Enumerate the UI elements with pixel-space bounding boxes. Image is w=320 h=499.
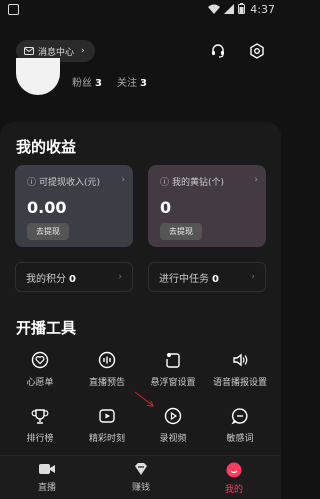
info-icon: ⓘ [160, 178, 170, 188]
tool-sensitive-words[interactable]: 敏感词 [205, 407, 275, 444]
live-icon [39, 464, 55, 474]
signal-icon [224, 3, 234, 14]
message-center-label: 消息中心 [38, 47, 75, 58]
tool-label: 直播预告 [88, 378, 125, 388]
yellow-diamond-card[interactable]: ⓘ 我的黄钻(个) › 0 去提现 [148, 165, 266, 247]
tasks-value: 0 [212, 273, 219, 285]
speaker-icon [233, 353, 248, 367]
wifi-icon [208, 4, 220, 14]
floating-window-icon [166, 353, 180, 368]
sensitive-word-icon [231, 408, 248, 425]
chevron-right-icon: › [81, 46, 85, 56]
fans-label: 粉丝 [72, 78, 92, 89]
tools-title: 开播工具 [16, 319, 77, 337]
settings-icon[interactable] [249, 43, 265, 59]
income-label: 可提现收入(元) [39, 178, 101, 188]
tool-label: 心愿单 [26, 378, 54, 388]
tool-floating-window[interactable]: 悬浮窗设置 [138, 351, 208, 388]
preview-icon [98, 351, 116, 369]
chevron-right-icon: › [254, 175, 258, 185]
follow-stat[interactable]: 关注 3 [117, 74, 147, 89]
tool-live-preview[interactable]: 直播预告 [72, 351, 142, 388]
bottom-tab-bar: 直播 赚钱 我的 [0, 455, 281, 499]
trophy-icon [31, 409, 49, 424]
record-video-icon [164, 407, 182, 425]
headset-icon[interactable] [210, 43, 226, 59]
earn-icon [135, 463, 147, 475]
chevron-right-icon: › [118, 272, 122, 282]
tool-wishlist[interactable]: 心愿单 [5, 351, 75, 388]
tool-voice-broadcast[interactable]: 语音播报设置 [205, 351, 275, 388]
withdraw-income-button[interactable]: 去提现 [27, 223, 69, 240]
follow-label: 关注 [117, 78, 137, 89]
profile-icon [226, 462, 242, 478]
income-value: 0.00 [27, 198, 67, 217]
tab-label: 直播 [37, 483, 56, 493]
withdrawable-income-card[interactable]: ⓘ 可提现收入(元) › 0.00 去提现 [15, 165, 133, 247]
avatar[interactable] [16, 58, 60, 95]
tool-record-video[interactable]: 录视频 [138, 407, 208, 444]
fans-count: 3 [95, 78, 102, 89]
status-bar: 4:37 [0, 0, 281, 20]
withdraw-diamond-button[interactable]: 去提现 [160, 223, 202, 240]
diamond-value: 0 [160, 198, 172, 217]
annotation-arrow-icon [134, 391, 154, 407]
tasks-in-progress-card[interactable]: 进行中任务 0 › [148, 262, 266, 292]
tab-label: 我的 [224, 485, 243, 495]
fans-stat[interactable]: 粉丝 3 [72, 74, 102, 89]
status-time: 4:37 [250, 3, 275, 16]
diamond-label: 我的黄钻(个) [172, 178, 225, 188]
my-points-card[interactable]: 我的积分 0 › [15, 262, 133, 292]
tool-label: 录视频 [159, 434, 187, 444]
tool-label: 精彩时刻 [88, 434, 125, 444]
tool-label: 悬浮窗设置 [150, 378, 196, 388]
heart-icon [31, 351, 49, 369]
battery-icon [238, 3, 245, 14]
tasks-label: 进行中任务 [159, 273, 209, 285]
tab-earn[interactable]: 赚钱 [111, 462, 171, 493]
tool-label: 敏感词 [226, 434, 254, 444]
tool-highlights[interactable]: 精彩时刻 [72, 407, 142, 444]
notification-icon [8, 4, 19, 15]
tab-live[interactable]: 直播 [17, 462, 77, 493]
highlight-icon [99, 409, 115, 423]
tool-leaderboard[interactable]: 排行榜 [5, 407, 75, 444]
tool-label: 排行榜 [26, 434, 54, 444]
chevron-right-icon: › [121, 175, 125, 185]
earnings-title: 我的收益 [16, 138, 77, 156]
mail-icon [24, 47, 34, 55]
info-icon: ⓘ [27, 178, 37, 188]
tab-profile[interactable]: 我的 [204, 462, 264, 495]
points-value: 0 [69, 273, 76, 285]
chevron-right-icon: › [251, 272, 255, 282]
tool-label: 语音播报设置 [212, 378, 267, 388]
follow-count: 3 [140, 78, 147, 89]
tab-label: 赚钱 [131, 483, 150, 493]
points-label: 我的积分 [26, 273, 66, 285]
